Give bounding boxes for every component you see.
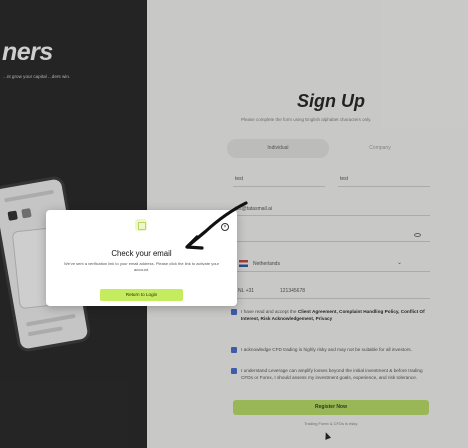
return-to-login-button[interactable]: Return to Login (100, 289, 183, 301)
email-icon (135, 219, 147, 231)
modal-body: We've sent a verification link to your e… (64, 261, 219, 272)
modal-title: Check your email (111, 249, 172, 258)
verification-modal: × Check your email We've sent a verifica… (46, 210, 237, 306)
close-icon[interactable]: × (221, 223, 229, 231)
